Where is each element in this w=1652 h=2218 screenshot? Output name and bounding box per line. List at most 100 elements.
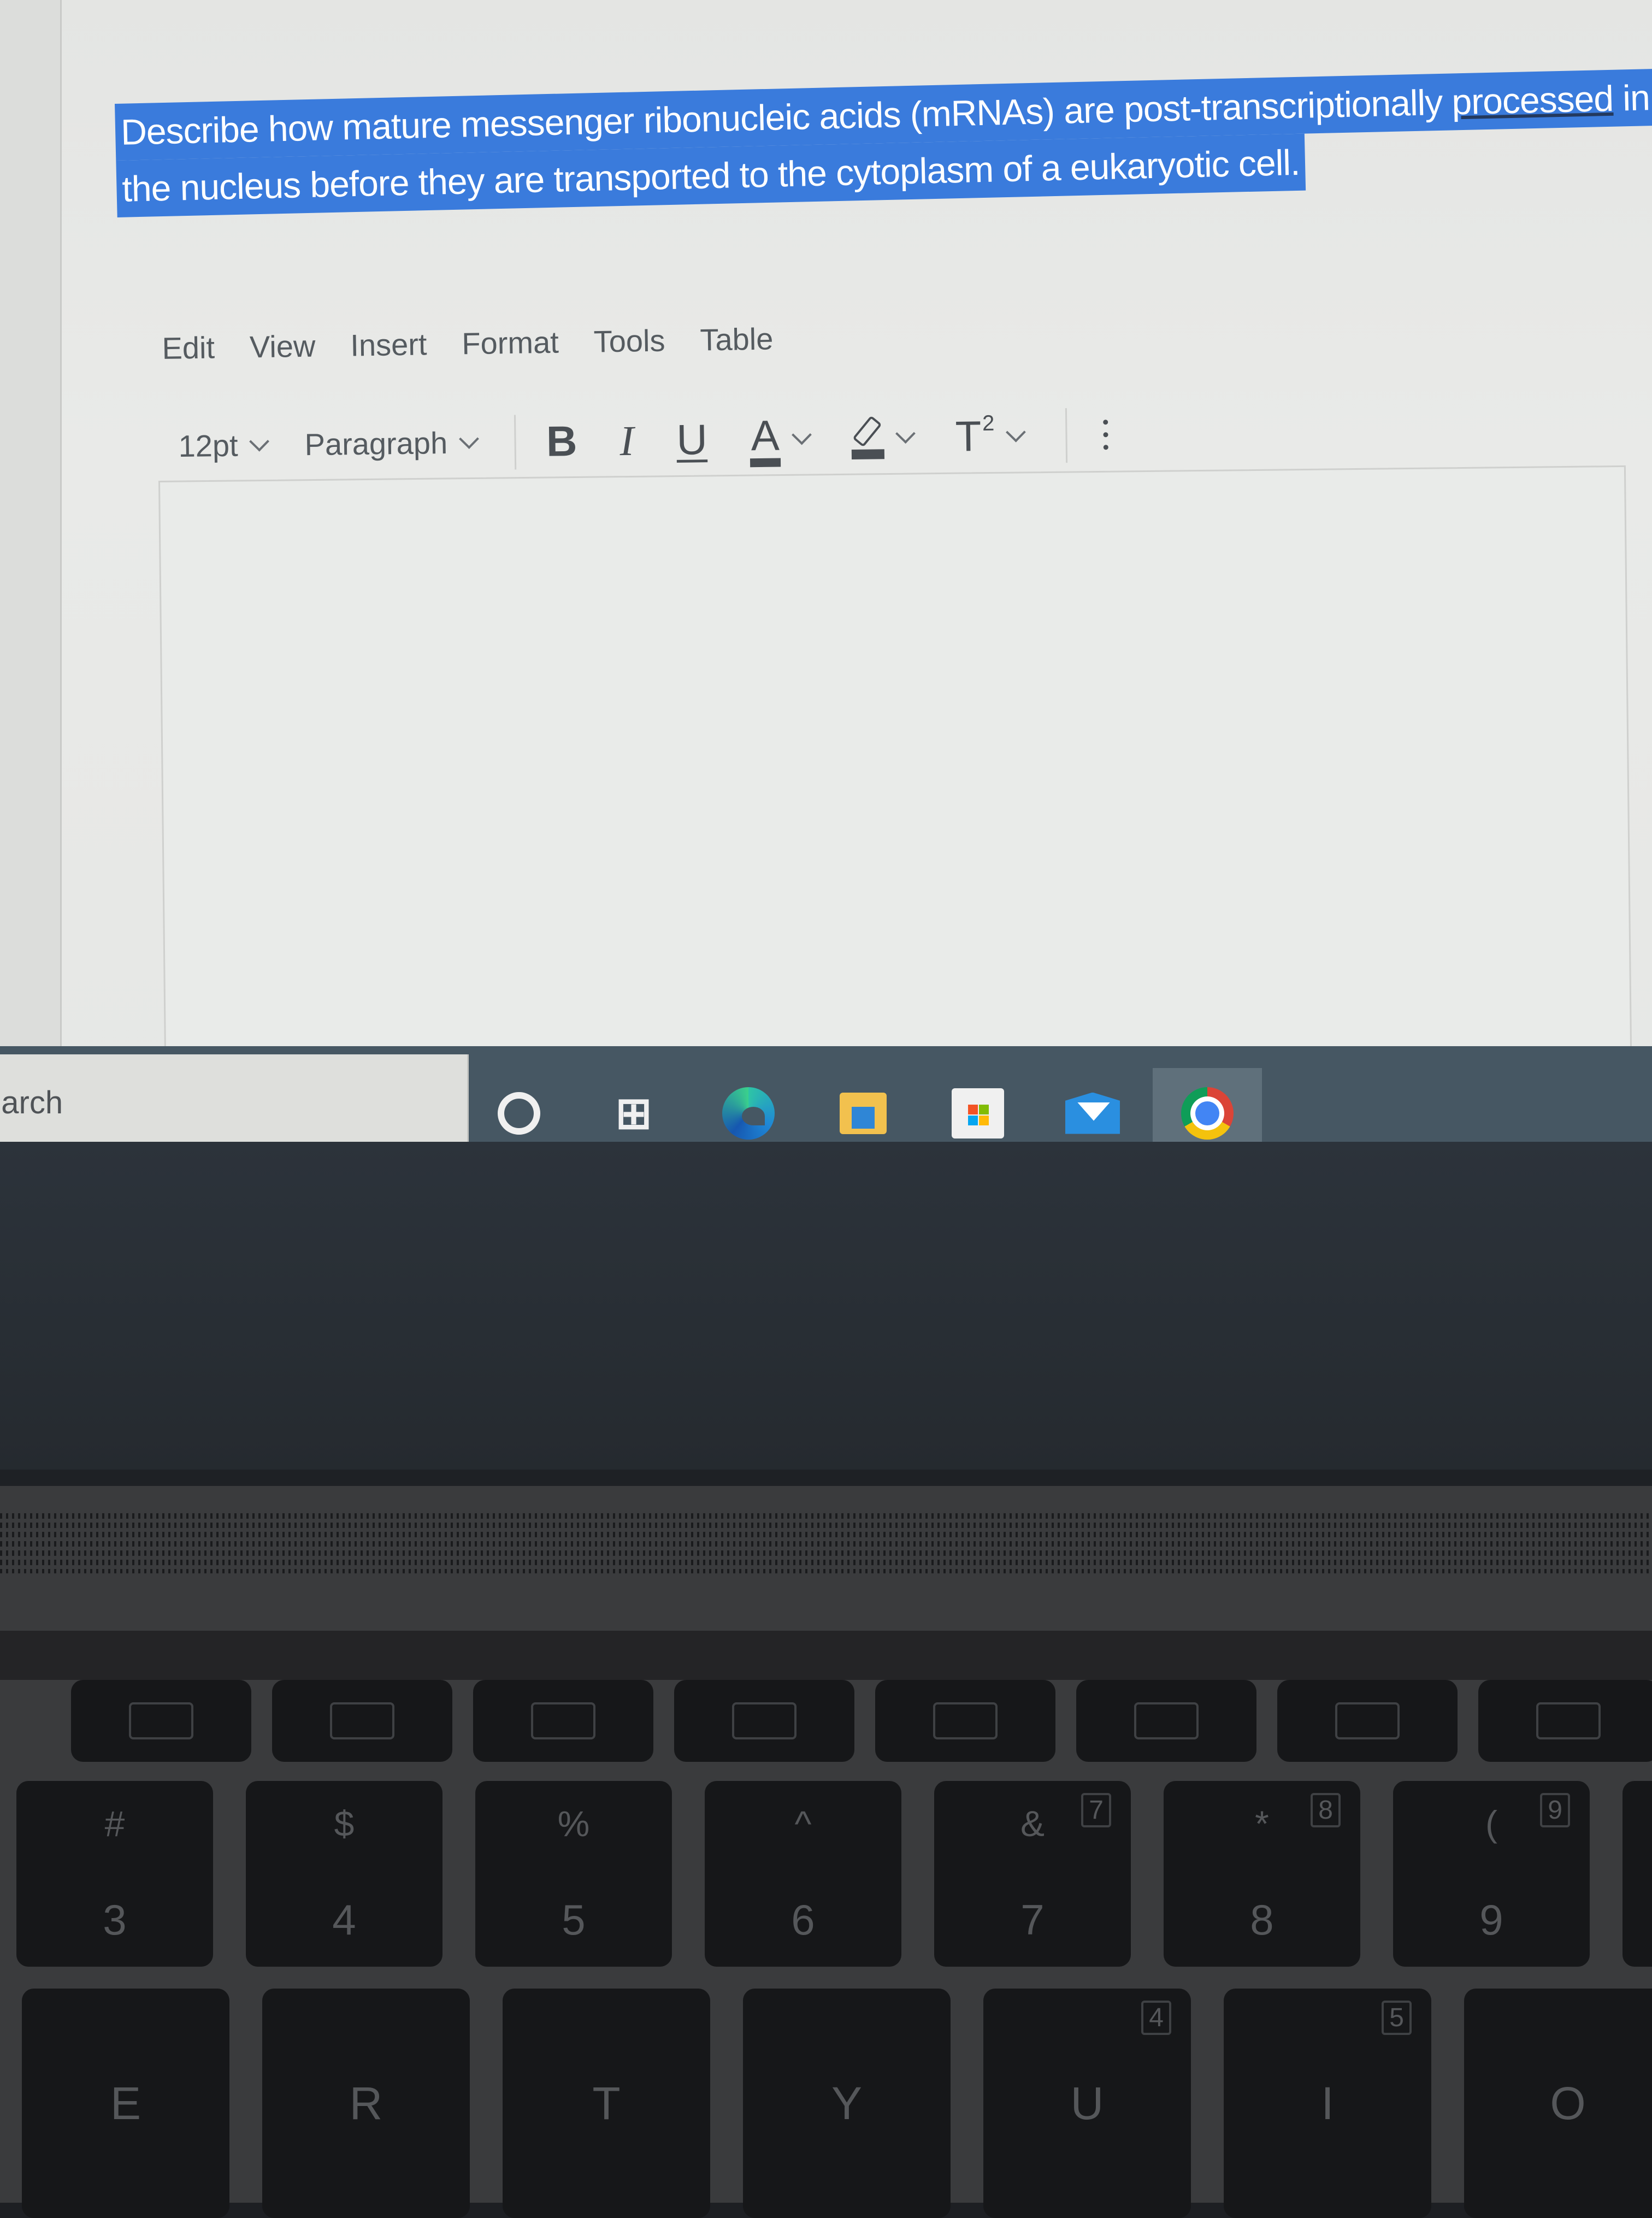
font-size-value: 12pt — [178, 428, 239, 463]
key-f10[interactable] — [1478, 1680, 1652, 1762]
rich-text-editor-area[interactable] — [158, 465, 1632, 1063]
f10-function-icon — [1536, 1702, 1601, 1739]
key-3[interactable]: #3 — [16, 1781, 213, 1967]
key-4[interactable]: $4 — [246, 1781, 442, 1967]
menu-edit[interactable]: Edit — [162, 329, 215, 366]
key-f4[interactable] — [272, 1680, 452, 1762]
key-label: 9 — [1479, 1896, 1503, 1944]
key-label: O — [1550, 2077, 1586, 2129]
spellcheck-word[interactable]: processed — [1452, 78, 1614, 122]
key-8[interactable]: * 8 8 — [1164, 1781, 1360, 1967]
key-u[interactable]: U4 — [983, 1989, 1191, 2218]
key-shift-label: ( — [1485, 1803, 1497, 1844]
f3-function-icon — [129, 1702, 193, 1739]
underline-button[interactable]: U — [676, 415, 707, 465]
key-label: Y — [831, 2077, 863, 2129]
key-t[interactable]: T — [503, 1989, 710, 2218]
key-f5[interactable] — [473, 1680, 653, 1762]
key-e[interactable]: E — [22, 1989, 229, 2218]
laptop-hinge — [0, 1470, 1652, 1486]
superscript-button[interactable]: T2 — [955, 411, 1026, 462]
key-f9[interactable] — [1277, 1680, 1458, 1762]
f5-function-icon — [531, 1702, 595, 1739]
font-size-select[interactable]: 12pt — [178, 427, 269, 464]
text-color-icon: A — [750, 411, 781, 468]
question-text: in — [1613, 77, 1650, 119]
chevron-down-icon — [895, 423, 916, 444]
key-label: R — [349, 2077, 383, 2129]
f8-function-icon — [1134, 1702, 1199, 1739]
f4-function-icon — [330, 1702, 394, 1739]
key-label: I — [1321, 2077, 1334, 2129]
key-f6[interactable] — [674, 1680, 854, 1762]
cortana-button[interactable] — [492, 1086, 546, 1141]
chevron-down-icon — [458, 428, 479, 449]
key-f7[interactable] — [875, 1680, 1055, 1762]
numpad-badge: 9 — [1540, 1793, 1570, 1827]
windows-taskbar: earch ⊞ — [0, 1046, 1652, 1158]
menu-view[interactable]: View — [249, 328, 315, 365]
numpad-badge: 8 — [1311, 1793, 1341, 1827]
highlight-pen-icon — [851, 416, 885, 459]
key-label: 5 — [562, 1896, 586, 1944]
f9-function-icon — [1335, 1702, 1400, 1739]
superscript-icon: T2 — [955, 411, 995, 461]
screen-bezel — [0, 1142, 1652, 1470]
f6-function-icon — [732, 1702, 796, 1739]
key-o[interactable]: O — [1464, 1989, 1652, 2218]
chevron-down-icon — [792, 424, 812, 445]
cortana-icon — [498, 1092, 540, 1135]
chrome-icon — [1181, 1087, 1234, 1140]
key-6[interactable]: ^ 6 — [705, 1781, 901, 1967]
toolbar-divider — [1065, 408, 1068, 463]
laptop-screen: Describe how mature messenger ribonuclei… — [0, 0, 1652, 1142]
key-9[interactable]: (9 9 — [1393, 1781, 1590, 1967]
menu-format[interactable]: Format — [462, 325, 559, 362]
block-format-value: Paragraph — [304, 425, 448, 462]
text-color-button[interactable]: A — [750, 410, 812, 468]
key-i[interactable]: I5 — [1224, 1989, 1431, 2218]
microsoft-store-icon — [952, 1088, 1004, 1139]
numpad-badge: 4 — [1141, 2001, 1171, 2035]
menu-insert[interactable]: Insert — [350, 326, 427, 363]
key-0[interactable]: )0 — [1622, 1781, 1652, 1967]
edge-button[interactable] — [721, 1086, 776, 1141]
more-options-icon[interactable] — [1103, 420, 1108, 450]
block-format-select[interactable]: Paragraph — [304, 424, 479, 462]
menu-table[interactable]: Table — [700, 321, 774, 357]
left-panel — [0, 0, 62, 1054]
menu-tools[interactable]: Tools — [593, 323, 665, 359]
key-shift-label: ^ — [794, 1803, 812, 1844]
key-5[interactable]: % 5 — [475, 1781, 672, 1967]
store-button[interactable] — [951, 1086, 1005, 1141]
key-label: 6 — [791, 1896, 815, 1944]
key-label: U — [1070, 2077, 1104, 2129]
key-label: 8 — [1250, 1896, 1274, 1944]
key-r[interactable]: R — [262, 1989, 470, 2218]
taskbar-search-box[interactable]: earch — [0, 1054, 469, 1150]
key-shift-label: & — [1020, 1803, 1045, 1844]
key-f8[interactable] — [1076, 1680, 1256, 1762]
highlight-color-button[interactable] — [851, 416, 916, 459]
mail-icon — [1065, 1092, 1120, 1134]
key-shift-label: % — [557, 1803, 590, 1844]
italic-button[interactable]: I — [620, 416, 634, 465]
key-y[interactable]: Y — [743, 1989, 951, 2218]
speaker-grille — [0, 1513, 1652, 1573]
key-label: T — [592, 2077, 621, 2129]
key-f3[interactable] — [71, 1680, 251, 1762]
key-label: E — [110, 2077, 141, 2129]
chevron-down-icon — [1006, 422, 1026, 443]
task-view-button[interactable]: ⊞ — [606, 1086, 661, 1141]
file-explorer-button[interactable] — [836, 1086, 890, 1141]
numpad-badge: 5 — [1382, 2001, 1412, 2035]
key-shift-label: * — [1255, 1803, 1269, 1844]
key-7[interactable]: & 7 7 — [934, 1781, 1131, 1967]
key-label: 4 — [332, 1896, 356, 1944]
editor-menubar: Edit View Insert Format Tools Table — [162, 321, 774, 366]
text-color-glyph: A — [751, 411, 780, 460]
bold-button[interactable]: B — [546, 416, 577, 467]
f7-function-icon — [933, 1702, 998, 1739]
mail-button[interactable] — [1065, 1086, 1120, 1141]
key-shift-label: # — [104, 1803, 125, 1844]
